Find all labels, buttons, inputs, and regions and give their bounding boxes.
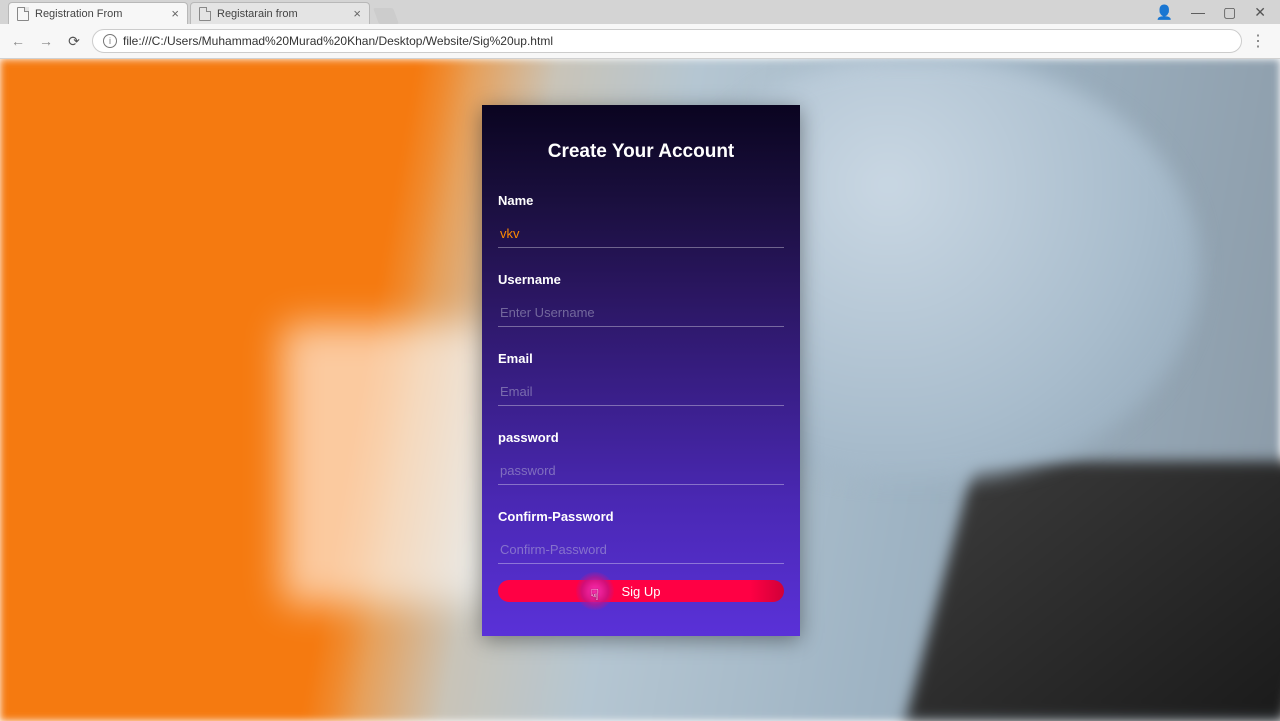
- user-icon[interactable]: 👤: [1156, 4, 1173, 21]
- page: Code Academy Create Your Account Name Us…: [0, 59, 1280, 721]
- username-input[interactable]: [498, 301, 784, 327]
- name-label: Name: [498, 193, 784, 208]
- field-email: Email: [498, 351, 784, 406]
- password-input[interactable]: [498, 459, 784, 485]
- form-title: Create Your Account: [498, 141, 784, 163]
- confirm-password-label: Confirm-Password: [498, 509, 784, 524]
- url-text: file:///C:/Users/Muhammad%20Murad%20Khan…: [123, 34, 553, 48]
- tab-strip: Registration From × Registarain from ×: [0, 0, 1280, 24]
- signup-button[interactable]: Sig Up ☟: [498, 580, 784, 602]
- tab-title: Registarain from: [217, 8, 347, 20]
- browser-chrome: 👤 — ▢ ✕ Registration From × Registarain …: [0, 0, 1280, 59]
- field-password: password: [498, 430, 784, 485]
- maximize-button[interactable]: ▢: [1223, 4, 1236, 21]
- username-label: Username: [498, 272, 784, 287]
- toolbar-right: ⋮: [1250, 31, 1272, 51]
- close-tab-icon[interactable]: ×: [353, 6, 361, 21]
- forward-button[interactable]: →: [36, 31, 56, 51]
- email-input[interactable]: [498, 380, 784, 406]
- file-icon: [199, 7, 211, 21]
- signup-form: Create Your Account Name Username Email …: [482, 105, 800, 636]
- cursor-highlight: [576, 572, 614, 610]
- tab-1[interactable]: Registration From ×: [8, 2, 188, 24]
- password-label: password: [498, 430, 784, 445]
- field-name: Name: [498, 193, 784, 248]
- address-bar[interactable]: i file:///C:/Users/Muhammad%20Murad%20Kh…: [92, 29, 1242, 53]
- back-button[interactable]: ←: [8, 31, 28, 51]
- address-bar-row: ← → ⟳ i file:///C:/Users/Muhammad%20Mura…: [0, 24, 1280, 58]
- email-label: Email: [498, 351, 784, 366]
- signup-button-label: Sig Up: [621, 584, 660, 599]
- confirm-password-input[interactable]: [498, 538, 784, 564]
- name-input[interactable]: [498, 222, 784, 248]
- file-icon: [17, 7, 29, 21]
- close-tab-icon[interactable]: ×: [171, 6, 179, 21]
- field-username: Username: [498, 272, 784, 327]
- menu-icon[interactable]: ⋮: [1250, 31, 1266, 51]
- close-window-button[interactable]: ✕: [1254, 4, 1266, 21]
- info-icon: i: [103, 34, 117, 48]
- reload-button[interactable]: ⟳: [64, 31, 84, 51]
- field-confirm-password: Confirm-Password: [498, 509, 784, 564]
- tab-2[interactable]: Registarain from ×: [190, 2, 370, 24]
- tab-title: Registration From: [35, 8, 165, 20]
- window-controls: 👤 — ▢ ✕: [1142, 0, 1280, 25]
- minimize-button[interactable]: —: [1191, 4, 1205, 21]
- new-tab-button[interactable]: [373, 8, 399, 24]
